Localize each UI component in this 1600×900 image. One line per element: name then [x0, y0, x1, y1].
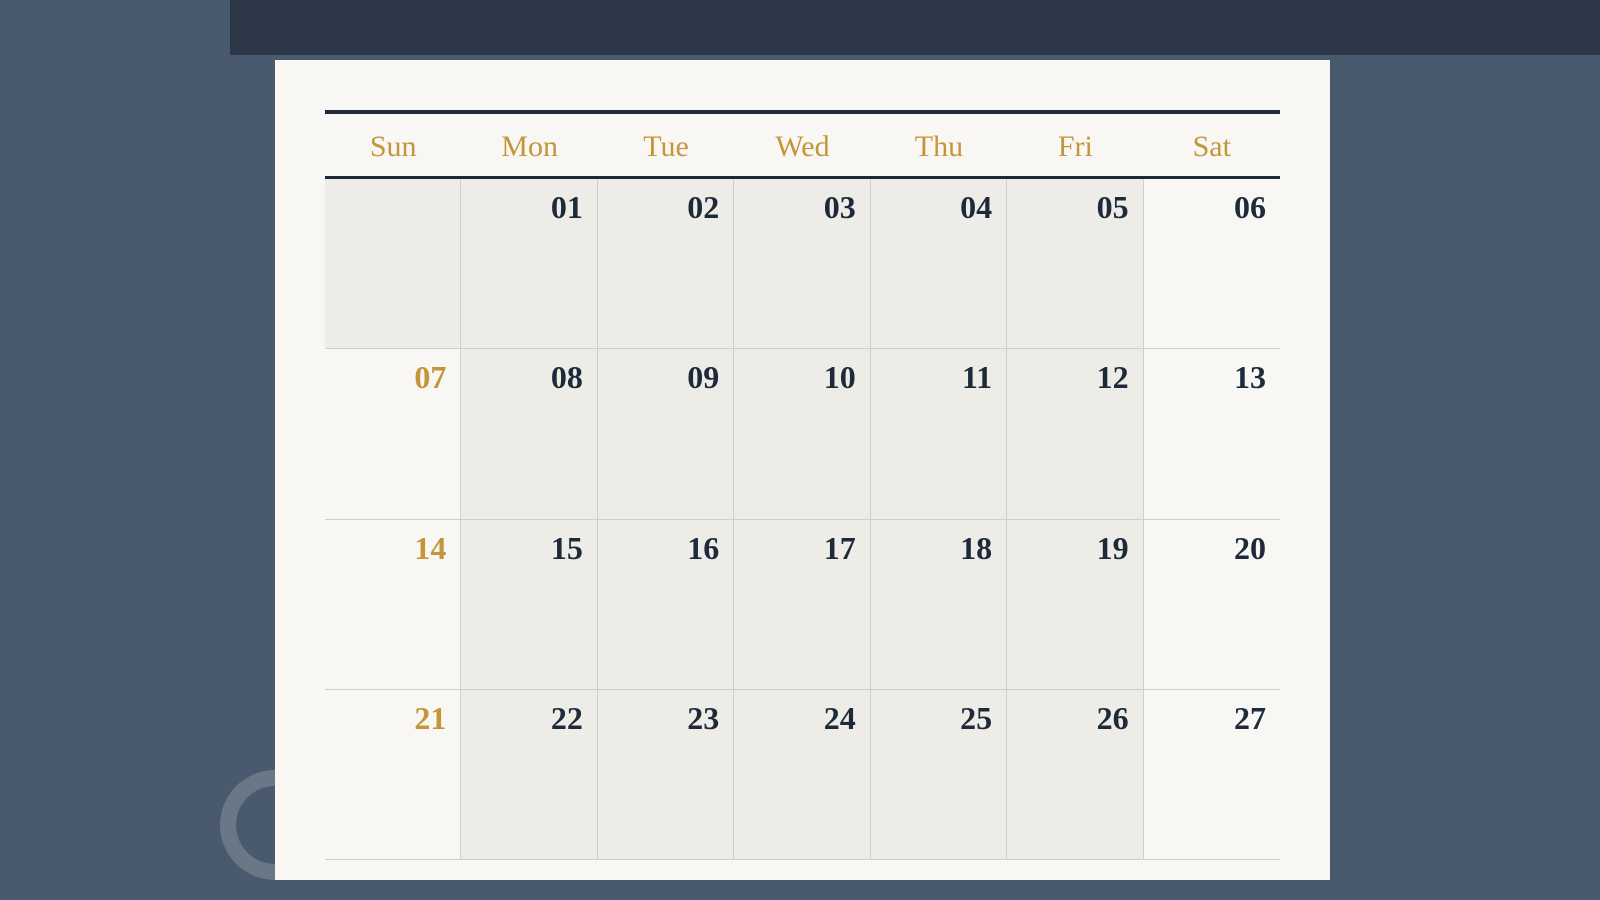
day-cell-empty-w0	[325, 179, 461, 348]
day-number-20: 20	[1234, 530, 1266, 567]
day-number-05: 05	[1097, 189, 1129, 226]
day-number-15: 15	[551, 530, 583, 567]
day-number-13: 13	[1234, 359, 1266, 396]
day-number-07: 07	[414, 359, 446, 396]
day-number-14: 14	[414, 530, 446, 567]
weeks-container: 01 02 03 04 05 06 07 08 09 10 11 12 13 14 15 16 17 18 19 20…	[325, 179, 1280, 860]
day-headers: Sun Mon Tue Wed Thu Fri Sat	[325, 114, 1280, 179]
week-row-2: 07 08 09 10 11 12 13	[325, 349, 1280, 519]
day-cell-02-w0: 02	[598, 179, 734, 348]
week-row-1: 01 02 03 04 05 06	[325, 179, 1280, 349]
day-number-09: 09	[687, 359, 719, 396]
top-bar	[230, 0, 1600, 55]
day-number-23: 23	[687, 700, 719, 737]
day-header-thu: Thu	[871, 114, 1007, 176]
day-number-19: 19	[1097, 530, 1129, 567]
day-cell-09-w1: 09	[598, 349, 734, 518]
day-number-16: 16	[687, 530, 719, 567]
day-cell-14-w2: 14	[325, 520, 461, 689]
day-cell-11-w1: 11	[871, 349, 1007, 518]
day-cell-16-w2: 16	[598, 520, 734, 689]
day-cell-27-w3: 27	[1144, 690, 1280, 859]
day-number-25: 25	[960, 700, 992, 737]
day-number-11: 11	[962, 359, 992, 396]
day-cell-24-w3: 24	[734, 690, 870, 859]
day-cell-01-w0: 01	[461, 179, 597, 348]
day-number-27: 27	[1234, 700, 1266, 737]
day-header-tue: Tue	[598, 114, 734, 176]
day-number-08: 08	[551, 359, 583, 396]
background: Sun Mon Tue Wed Thu Fri Sat 01 02 03 04 05 06…	[0, 0, 1600, 900]
day-number-02: 02	[687, 189, 719, 226]
sidebar	[0, 0, 230, 900]
day-number-04: 04	[960, 189, 992, 226]
day-number-01: 01	[551, 189, 583, 226]
day-cell-10-w1: 10	[734, 349, 870, 518]
day-cell-06-w0: 06	[1144, 179, 1280, 348]
week-row-4: 21 22 23 24 25 26 27	[325, 690, 1280, 860]
day-cell-12-w1: 12	[1007, 349, 1143, 518]
calendar-card: Sun Mon Tue Wed Thu Fri Sat 01 02 03 04 05 06…	[275, 60, 1330, 880]
day-cell-07-w1: 07	[325, 349, 461, 518]
day-header-fri: Fri	[1007, 114, 1143, 176]
day-header-mon: Mon	[461, 114, 597, 176]
day-cell-03-w0: 03	[734, 179, 870, 348]
day-cell-22-w3: 22	[461, 690, 597, 859]
day-cell-23-w3: 23	[598, 690, 734, 859]
day-cell-04-w0: 04	[871, 179, 1007, 348]
day-cell-17-w2: 17	[734, 520, 870, 689]
day-cell-05-w0: 05	[1007, 179, 1143, 348]
day-number-06: 06	[1234, 189, 1266, 226]
day-cell-21-w3: 21	[325, 690, 461, 859]
day-cell-20-w2: 20	[1144, 520, 1280, 689]
day-header-wed: Wed	[734, 114, 870, 176]
day-number-17: 17	[824, 530, 856, 567]
day-cell-15-w2: 15	[461, 520, 597, 689]
day-number-26: 26	[1097, 700, 1129, 737]
day-cell-08-w1: 08	[461, 349, 597, 518]
day-number-22: 22	[551, 700, 583, 737]
day-number-10: 10	[824, 359, 856, 396]
day-cell-19-w2: 19	[1007, 520, 1143, 689]
day-cell-18-w2: 18	[871, 520, 1007, 689]
day-number-12: 12	[1097, 359, 1129, 396]
calendar-header	[325, 90, 1280, 100]
day-number-24: 24	[824, 700, 856, 737]
day-header-sat: Sat	[1144, 114, 1280, 176]
day-cell-25-w3: 25	[871, 690, 1007, 859]
week-row-3: 14 15 16 17 18 19 20	[325, 520, 1280, 690]
day-number-18: 18	[960, 530, 992, 567]
calendar-grid: Sun Mon Tue Wed Thu Fri Sat 01 02 03 04 05 06…	[325, 114, 1280, 860]
day-cell-13-w1: 13	[1144, 349, 1280, 518]
day-number-21: 21	[414, 700, 446, 737]
day-number-03: 03	[824, 189, 856, 226]
day-cell-26-w3: 26	[1007, 690, 1143, 859]
day-header-sun: Sun	[325, 114, 461, 176]
